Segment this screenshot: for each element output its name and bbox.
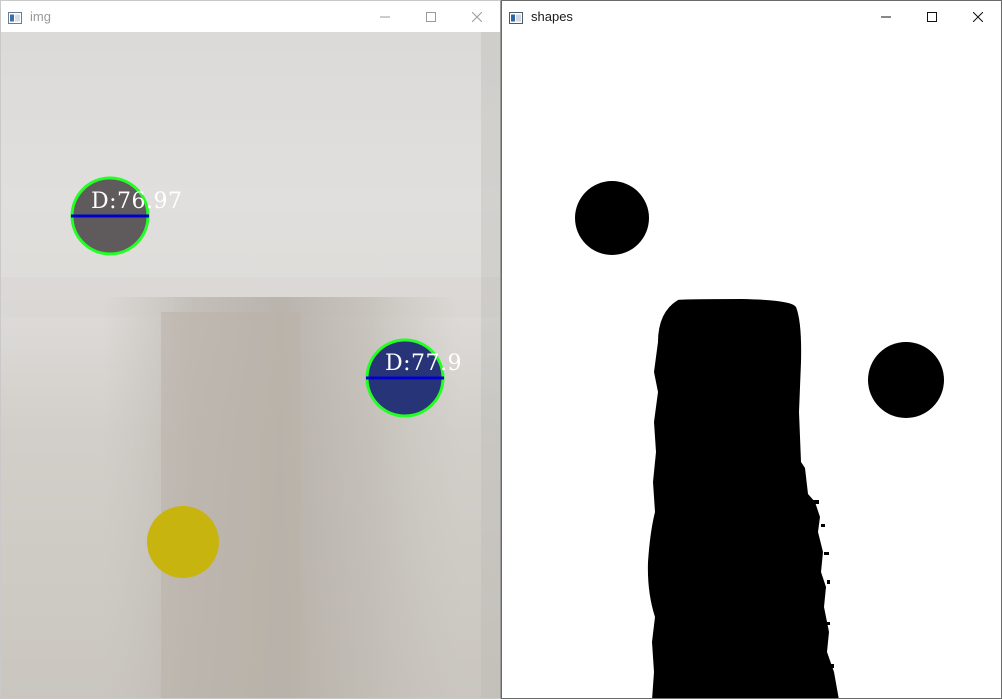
- img-window-title: img: [30, 9, 51, 24]
- maximize-icon: [426, 11, 436, 22]
- opencv-window-icon: [8, 11, 22, 24]
- mask-shadow-blob: [647, 299, 839, 698]
- binary-mask: [575, 181, 944, 698]
- shapes-minimize-button[interactable]: [863, 1, 909, 32]
- shapes-window[interactable]: shapes: [501, 0, 1002, 699]
- minimize-icon: [380, 16, 390, 17]
- opencv-window-icon: [509, 11, 523, 24]
- disc-2-diameter-label: D:77.9: [385, 351, 463, 376]
- disc-1-diameter-label: D:76.97: [91, 189, 183, 214]
- mask-disc-1: [575, 181, 649, 255]
- img-window[interactable]: img D:76.97 D:77.9: [0, 0, 501, 699]
- minimize-icon: [881, 16, 891, 17]
- shapes-close-button[interactable]: [955, 1, 1001, 32]
- img-close-button[interactable]: [454, 1, 500, 32]
- maximize-icon: [927, 11, 937, 22]
- yellow-disc: [147, 506, 219, 578]
- img-titlebar[interactable]: img: [1, 1, 500, 32]
- shapes-maximize-button[interactable]: [909, 1, 955, 32]
- img-canvas: D:76.97 D:77.9: [1, 32, 500, 698]
- close-icon: [472, 11, 482, 22]
- shapes-window-title: shapes: [531, 9, 573, 24]
- shapes-titlebar[interactable]: shapes: [502, 1, 1001, 32]
- close-icon: [973, 11, 983, 22]
- mask-disc-2: [868, 342, 944, 418]
- img-minimize-button[interactable]: [362, 1, 408, 32]
- img-maximize-button[interactable]: [408, 1, 454, 32]
- shapes-canvas: [502, 32, 1001, 698]
